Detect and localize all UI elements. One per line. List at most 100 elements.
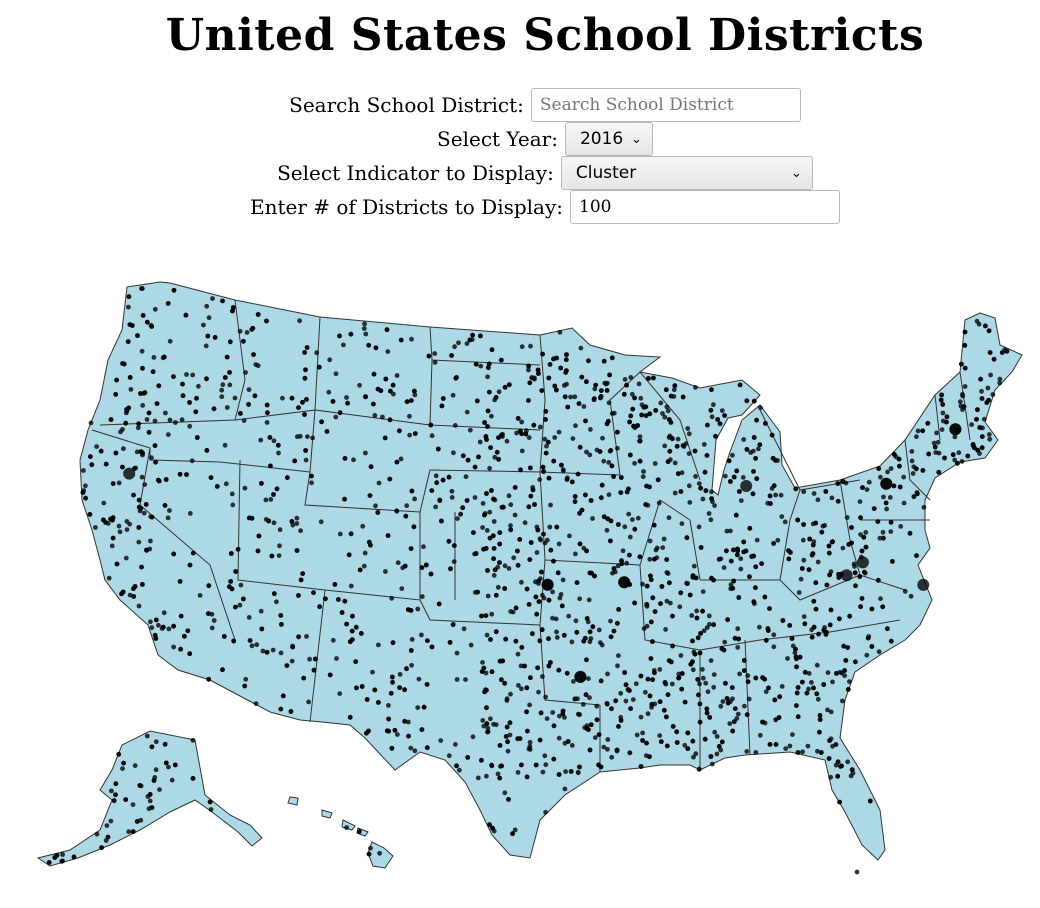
- district-point-icon[interactable]: [537, 536, 543, 542]
- district-point-icon[interactable]: [482, 512, 487, 518]
- district-point-icon[interactable]: [502, 790, 508, 796]
- district-point-icon[interactable]: [826, 756, 832, 761]
- district-point-icon[interactable]: [795, 517, 801, 523]
- district-point-icon[interactable]: [751, 435, 757, 440]
- district-point-icon[interactable]: [424, 682, 430, 687]
- district-point-icon[interactable]: [127, 375, 133, 380]
- district-point-icon[interactable]: [108, 818, 114, 824]
- district-point-icon[interactable]: [409, 336, 414, 342]
- district-point-icon[interactable]: [519, 686, 524, 692]
- district-point-icon[interactable]: [278, 650, 284, 656]
- district-point-icon[interactable]: [815, 497, 821, 503]
- district-point-icon[interactable]: [740, 475, 746, 480]
- district-point-icon[interactable]: [190, 737, 196, 743]
- district-point-icon[interactable]: [349, 628, 355, 634]
- district-point-icon[interactable]: [813, 580, 819, 586]
- district-point-icon[interactable]: [728, 528, 733, 534]
- district-point-icon[interactable]: [640, 581, 645, 587]
- district-point-icon[interactable]: [835, 481, 841, 486]
- district-point-icon[interactable]: [880, 529, 886, 535]
- district-point-icon[interactable]: [647, 484, 652, 490]
- district-point-icon[interactable]: [829, 539, 835, 545]
- district-point-icon[interactable]: [700, 667, 705, 672]
- district-point-icon[interactable]: [987, 436, 993, 442]
- district-point-icon[interactable]: [171, 644, 177, 650]
- district-point-icon[interactable]: [1004, 348, 1010, 354]
- district-point-icon[interactable]: [153, 739, 159, 745]
- district-point-icon[interactable]: [342, 598, 348, 604]
- district-point-icon[interactable]: [688, 661, 694, 667]
- district-point-icon[interactable]: [456, 340, 461, 346]
- district-point-icon[interactable]: [60, 852, 65, 857]
- district-point-icon[interactable]: [415, 606, 421, 612]
- district-point-icon[interactable]: [817, 729, 822, 735]
- district-point-icon[interactable]: [569, 743, 575, 748]
- district-point-icon[interactable]: [567, 533, 572, 539]
- district-point-icon[interactable]: [857, 499, 863, 504]
- district-point-icon[interactable]: [408, 648, 414, 653]
- district-point-icon[interactable]: [489, 488, 494, 493]
- district-point-icon[interactable]: [584, 657, 589, 663]
- district-point-icon[interactable]: [309, 480, 314, 486]
- district-point-icon[interactable]: [738, 556, 744, 562]
- district-point-icon[interactable]: [722, 639, 728, 645]
- district-point-icon[interactable]: [913, 466, 919, 472]
- district-point-icon[interactable]: [583, 492, 588, 498]
- district-point-icon[interactable]: [177, 471, 183, 477]
- district-point-icon[interactable]: [940, 410, 946, 416]
- district-point-icon[interactable]: [647, 411, 653, 417]
- district-point-icon[interactable]: [105, 834, 111, 840]
- district-point-icon[interactable]: [632, 395, 637, 401]
- district-point-icon[interactable]: [344, 621, 349, 627]
- district-point-icon[interactable]: [485, 729, 491, 735]
- district-point-icon[interactable]: [497, 658, 503, 664]
- district-point-icon[interactable]: [970, 442, 976, 447]
- district-point-icon[interactable]: [332, 582, 338, 587]
- district-point-icon[interactable]: [754, 476, 760, 482]
- district-point-icon[interactable]: [522, 663, 527, 669]
- district-point-icon[interactable]: [289, 519, 295, 524]
- district-point-icon[interactable]: [179, 417, 185, 423]
- district-point-icon[interactable]: [815, 696, 821, 702]
- district-point-icon[interactable]: [136, 421, 142, 427]
- district-point-icon[interactable]: [786, 556, 792, 562]
- district-point-icon[interactable]: [544, 716, 550, 721]
- district-point-icon[interactable]: [204, 448, 210, 453]
- district-point-icon[interactable]: [530, 631, 535, 637]
- district-point-icon[interactable]: [518, 467, 523, 473]
- district-point-icon[interactable]: [713, 433, 718, 439]
- district-point-icon[interactable]: [881, 535, 886, 541]
- district-point-icon[interactable]: [936, 469, 942, 475]
- district-point-icon[interactable]: [615, 429, 620, 435]
- district-point-icon[interactable]: [568, 769, 574, 774]
- district-point-icon[interactable]: [878, 596, 883, 602]
- district-point-icon[interactable]: [974, 416, 979, 422]
- district-point-icon[interactable]: [726, 458, 732, 464]
- district-point-icon[interactable]: [705, 422, 710, 428]
- district-point-icon[interactable]: [631, 424, 637, 429]
- district-point-icon[interactable]: [337, 333, 342, 339]
- district-point-icon[interactable]: [142, 482, 148, 487]
- district-point-icon[interactable]: [802, 621, 808, 627]
- district-point-icon[interactable]: [304, 634, 309, 639]
- district-point-icon[interactable]: [981, 416, 987, 422]
- district-point-icon[interactable]: [151, 355, 157, 360]
- district-point-icon[interactable]: [149, 455, 154, 461]
- district-point-icon[interactable]: [845, 645, 851, 650]
- district-point-icon[interactable]: [110, 535, 116, 541]
- district-point-icon[interactable]: [797, 654, 803, 660]
- district-point-icon[interactable]: [98, 448, 104, 454]
- district-point-icon[interactable]: [678, 489, 684, 494]
- district-point-icon[interactable]: [556, 735, 562, 741]
- district-point-icon[interactable]: [668, 393, 674, 399]
- district-point-icon[interactable]: [541, 578, 554, 591]
- district-point-icon[interactable]: [545, 439, 551, 445]
- district-point-icon[interactable]: [440, 477, 446, 483]
- district-point-icon[interactable]: [809, 634, 815, 640]
- district-point-icon[interactable]: [843, 658, 849, 663]
- district-point-icon[interactable]: [385, 533, 391, 538]
- district-point-icon[interactable]: [449, 353, 454, 358]
- district-point-icon[interactable]: [624, 560, 629, 566]
- district-point-icon[interactable]: [837, 799, 842, 805]
- district-point-icon[interactable]: [363, 450, 368, 456]
